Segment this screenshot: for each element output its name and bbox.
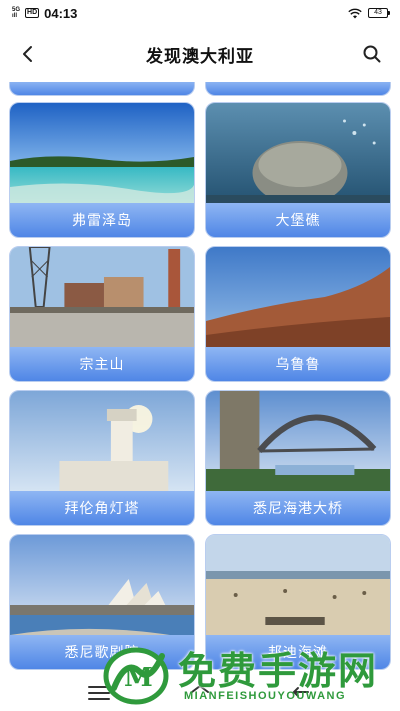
- watermark-title: 免费手游网: [178, 649, 379, 693]
- chevron-left-icon: [23, 46, 32, 62]
- card-label-band: 弗雷泽岛: [10, 203, 194, 237]
- watermark: M 免费手游网 MIANFEISHOUYOUWANG: [100, 636, 400, 711]
- card-label-band: 大堡礁: [206, 203, 390, 237]
- sydney-opera-house-photo: [10, 535, 194, 639]
- destination-name: 乌鲁鲁: [275, 356, 321, 372]
- status-time: 04:13: [44, 5, 78, 21]
- fraser-island-photo: [10, 103, 194, 207]
- destination-card-byron-bay-lighthouse[interactable]: 拜伦角灯塔: [9, 390, 195, 526]
- destination-name: 大堡礁: [275, 212, 321, 228]
- sydney-harbour-bridge-photo: [206, 391, 390, 495]
- signal-bars: ıll: [12, 13, 18, 19]
- status-bar: 5G ıll HD 04:13 43: [0, 0, 400, 26]
- battery-level: 43: [374, 9, 382, 16]
- destination-card-partial-left[interactable]: [9, 82, 195, 96]
- watermark-logo-letter: M: [124, 663, 153, 693]
- destination-card-fraser-island[interactable]: 弗雷泽岛: [9, 102, 195, 238]
- destination-card-great-barrier-reef[interactable]: 大堡礁: [205, 102, 391, 238]
- search-icon: [363, 45, 381, 63]
- signal-icon: 5G ıll: [12, 7, 20, 19]
- app-header: 发现澳大利亚: [0, 26, 400, 82]
- destination-card-partial-right[interactable]: [205, 82, 391, 96]
- uluru-photo: [206, 247, 390, 351]
- card-label-band: 悉尼海港大桥: [206, 491, 390, 525]
- status-left: 5G ıll HD 04:13: [12, 6, 77, 21]
- card-label-band: 拜伦角灯塔: [10, 491, 194, 525]
- watermark-logo-icon: M: [103, 647, 169, 705]
- destination-name: 拜伦角灯塔: [64, 500, 140, 516]
- card-label-band: [206, 82, 390, 95]
- destination-card-sovereign-hill[interactable]: 宗主山: [9, 246, 195, 382]
- card-label-band: [10, 82, 194, 95]
- sovereign-hill-photo: [10, 247, 194, 351]
- status-right: 43: [348, 8, 390, 19]
- battery-icon: 43: [368, 8, 390, 18]
- bondi-beach-photo: [206, 535, 390, 639]
- byron-bay-lighthouse-photo: [10, 391, 194, 495]
- back-button[interactable]: [14, 40, 42, 68]
- destination-card-uluru[interactable]: 乌鲁鲁: [205, 246, 391, 382]
- page-title: 发现澳大利亚: [146, 46, 254, 66]
- card-label-band: 宗主山: [10, 347, 194, 381]
- watermark-subtitle: MIANFEISHOUYOUWANG: [184, 690, 347, 702]
- hd-badge: HD: [25, 8, 40, 18]
- great-barrier-reef-photo: [206, 103, 390, 207]
- search-button[interactable]: [358, 40, 386, 68]
- destination-grid: 弗雷泽岛 大堡礁 宗主山 乌鲁鲁 拜伦角灯塔 悉尼海港大桥 悉尼歌剧院 邦迪海滩: [0, 82, 400, 682]
- card-label-band: 乌鲁鲁: [206, 347, 390, 381]
- destination-name: 宗主山: [79, 356, 125, 372]
- wifi-icon: [348, 8, 362, 18]
- destination-name: 悉尼海港大桥: [253, 500, 343, 516]
- destination-card-sydney-harbour-bridge[interactable]: 悉尼海港大桥: [205, 390, 391, 526]
- destination-name: 弗雷泽岛: [72, 212, 132, 228]
